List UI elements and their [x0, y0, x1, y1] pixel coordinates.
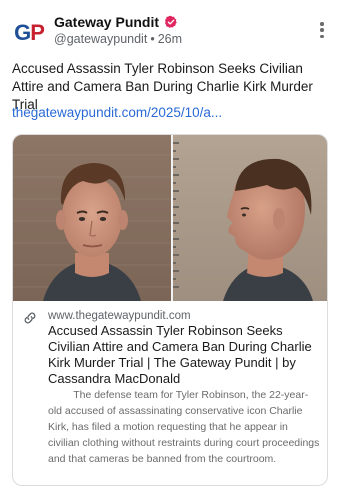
gateway-pundit-logo: GP [14, 20, 45, 45]
display-name-row: Gateway Pundit [54, 14, 178, 30]
post-header: GP Gateway Pundit @gatewaypundit • 26m [12, 14, 331, 50]
timestamp[interactable]: 26m [158, 32, 182, 46]
display-name[interactable]: Gateway Pundit [54, 14, 159, 30]
card-description: The defense team for Tyler Robinson, the… [48, 389, 320, 465]
link-icon [24, 312, 36, 324]
card-image-mugshots[interactable] [13, 135, 328, 301]
link-preview-card[interactable]: www.thegatewaypundit.com Accused Assassi… [12, 134, 328, 486]
card-domain: www.thegatewaypundit.com [48, 310, 191, 322]
avatar[interactable]: GP [12, 16, 46, 50]
verified-badge-icon [165, 15, 177, 28]
handle-row: @gatewaypundit • 26m [54, 32, 182, 46]
handle[interactable]: @gatewaypundit [54, 32, 147, 46]
more-vertical-icon [320, 22, 324, 26]
post-link[interactable]: thegatewaypundit.com/2025/10/a... [12, 105, 222, 120]
more-options-button[interactable] [315, 20, 329, 40]
separator-dot: • [150, 32, 155, 46]
card-title[interactable]: Accused Assassin Tyler Robinson Seeks Ci… [48, 323, 320, 387]
